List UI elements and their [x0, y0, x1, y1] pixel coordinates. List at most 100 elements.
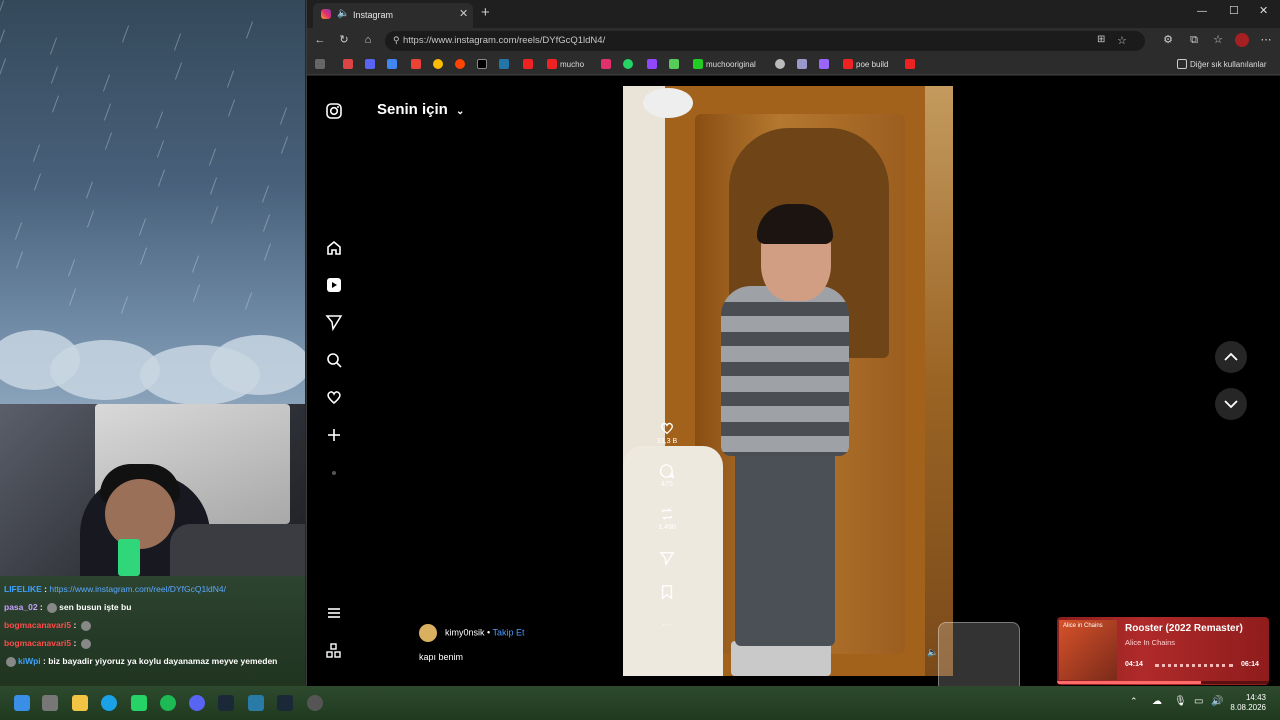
rain-streak	[174, 62, 183, 80]
feed-selector[interactable]: Senin için ⌄	[377, 101, 464, 118]
now-playing-widget[interactable]: Alice in Chains Rooster (2022 Remaster) …	[1057, 617, 1269, 685]
clock-time: 14:43	[1245, 693, 1266, 702]
album-art: Alice in Chains	[1059, 620, 1117, 680]
bookmark-icon[interactable]	[343, 58, 356, 70]
tab-instagram[interactable]: 🔈 Instagram ✕	[313, 3, 473, 28]
emote-icon	[80, 620, 91, 631]
rain-streak	[120, 296, 129, 314]
steam-icon[interactable]	[218, 695, 234, 711]
reel-caption: kapı benim	[419, 652, 464, 662]
instagram-bookmark-icon[interactable]	[601, 58, 614, 70]
bookmark-icon[interactable]	[499, 58, 512, 70]
apps-icon[interactable]	[325, 642, 343, 660]
bookmark-muchooriginal[interactable]: muchooriginal	[693, 58, 756, 70]
back-icon[interactable]: ←	[313, 33, 327, 47]
more-options-icon[interactable]: ⋯	[655, 620, 679, 631]
previous-reel-button[interactable]	[1215, 341, 1247, 373]
split-screen-icon[interactable]: ⧉	[1187, 33, 1201, 47]
comment-count: 475	[661, 481, 673, 488]
microphone-icon[interactable]: 🎙	[1174, 696, 1187, 707]
window-close-icon[interactable]: ✕	[1259, 4, 1268, 17]
rain-streak	[226, 70, 235, 88]
new-tab-icon[interactable]: +	[481, 4, 490, 21]
reels-icon[interactable]	[325, 276, 343, 294]
instagram-logo-icon[interactable]	[325, 102, 343, 120]
menu-icon[interactable]	[325, 604, 343, 622]
rain-streak	[103, 103, 112, 121]
favorites-icon[interactable]: ☆	[1211, 33, 1225, 47]
follow-button[interactable]: Takip Et	[493, 627, 525, 637]
bookmark-icon[interactable]	[315, 58, 328, 70]
home-icon[interactable]	[325, 239, 343, 257]
progress-track	[1057, 681, 1269, 684]
bookmark-icon[interactable]	[387, 58, 400, 70]
spotify-icon[interactable]	[160, 695, 176, 711]
google-icon[interactable]	[433, 58, 446, 70]
bookmark-mucho[interactable]: mucho	[547, 58, 584, 70]
site-info-icon[interactable]: ⚲	[393, 35, 400, 46]
track-artist: Alice In Chains	[1125, 638, 1176, 647]
heart-icon[interactable]	[325, 388, 343, 406]
home-icon[interactable]: ⌂	[361, 33, 375, 47]
save-button[interactable]	[655, 584, 679, 602]
author-avatar[interactable]	[419, 624, 437, 642]
obs-icon[interactable]	[307, 695, 323, 711]
start-windows-icon[interactable]	[14, 695, 30, 711]
tab-close-icon[interactable]: ✕	[459, 7, 468, 20]
app-available-icon[interactable]: ⊞	[1097, 34, 1105, 45]
address-bar[interactable]: ⚲ https://www.instagram.com/reels/DYfGcQ…	[385, 31, 1145, 51]
volume-icon[interactable]: 🔈	[927, 647, 938, 658]
tray-expand-icon[interactable]: ⌃	[1130, 696, 1138, 707]
file-explorer-icon[interactable]	[72, 695, 88, 711]
chat-line: bogmacanavari5 :	[4, 616, 301, 634]
share-button[interactable]	[655, 550, 679, 568]
bookmark-icon[interactable]	[905, 58, 918, 70]
search-icon[interactable]	[325, 351, 343, 369]
other-bookmarks-folder[interactable]: Diğer sık kullanılanlar	[1177, 58, 1266, 70]
bookmark-icon[interactable]	[819, 58, 832, 70]
comment-button[interactable]: 475	[655, 463, 679, 488]
reload-icon[interactable]: ↻	[337, 33, 351, 47]
heart-icon	[661, 422, 673, 435]
rain-streak	[210, 206, 219, 224]
bookmark-poe-build[interactable]: poe build	[843, 58, 888, 70]
extensions-icon[interactable]: ⚙	[1161, 33, 1175, 47]
chat-separator: :	[71, 620, 79, 630]
app-icon[interactable]	[248, 695, 264, 711]
steam-icon[interactable]	[277, 695, 293, 711]
bookmark-icon[interactable]	[523, 58, 536, 70]
rain-streak	[102, 74, 111, 92]
discord-icon[interactable]	[189, 695, 205, 711]
clock[interactable]: 14:43 8.08.2026	[1230, 693, 1266, 713]
bookmark-icon[interactable]	[797, 58, 810, 70]
like-button[interactable]: 33,3 B	[655, 420, 679, 445]
create-plus-icon[interactable]	[325, 426, 343, 444]
rain-streak	[32, 144, 41, 162]
send-icon[interactable]	[325, 313, 343, 331]
minimize-icon[interactable]: —	[1197, 6, 1207, 17]
more-menu-icon[interactable]: ⋯	[1259, 33, 1273, 47]
next-reel-button[interactable]	[1215, 388, 1247, 420]
display-icon[interactable]: ▭	[1194, 696, 1203, 707]
volume-icon[interactable]: 🔊	[1211, 696, 1223, 707]
bookmark-icon[interactable]	[669, 58, 682, 70]
task-view-icon[interactable]	[42, 695, 58, 711]
repost-button[interactable]: 1.490	[655, 506, 679, 531]
bookmark-icon[interactable]	[775, 58, 788, 70]
whatsapp-icon[interactable]	[131, 695, 147, 711]
profile-avatar[interactable]	[1235, 33, 1249, 47]
network-icon[interactable]: ☁	[1152, 696, 1162, 707]
twitch-icon[interactable]	[647, 58, 660, 70]
rain-streak	[86, 210, 95, 228]
gmail-icon[interactable]	[411, 58, 424, 70]
edge-browser-icon[interactable]	[101, 695, 117, 711]
whatsapp-icon[interactable]	[623, 58, 636, 70]
favorite-star-icon[interactable]: ☆	[1117, 34, 1127, 47]
bookmark-icon[interactable]	[365, 58, 378, 70]
reddit-icon[interactable]	[455, 58, 468, 70]
maximize-icon[interactable]: ☐	[1229, 4, 1239, 17]
speaker-icon[interactable]: 🔈	[337, 8, 349, 19]
author-username[interactable]: kimy0nsik	[445, 627, 485, 637]
profile-dot-icon[interactable]	[325, 464, 343, 482]
x-icon[interactable]	[477, 58, 490, 70]
